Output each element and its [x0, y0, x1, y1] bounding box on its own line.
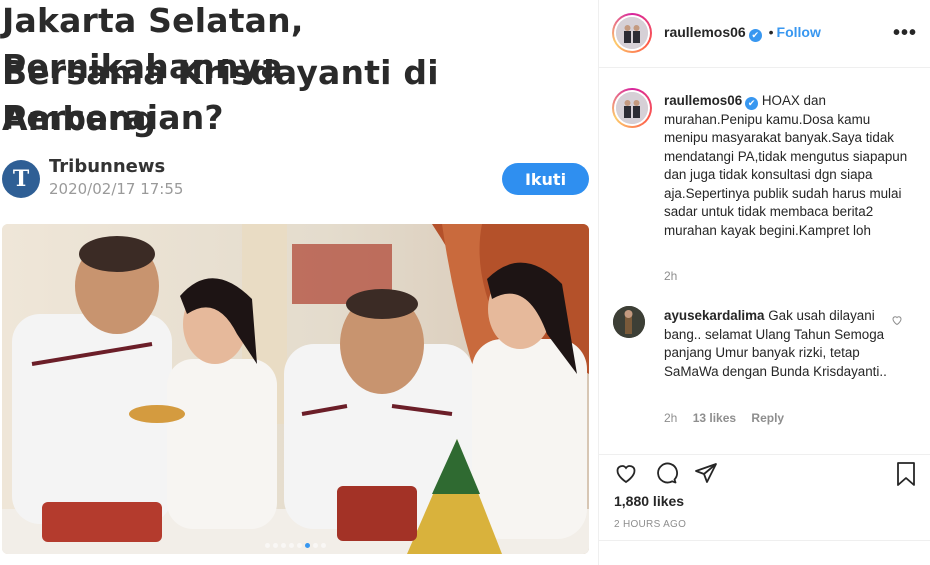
caption: raullemos06 ✔ HOAX dan murahan.Penipu kam… — [664, 92, 914, 240]
carousel-dot — [289, 543, 294, 548]
follow-button[interactable]: Follow — [777, 24, 821, 40]
more-options-icon[interactable]: ••• — [893, 22, 917, 45]
carousel-indicator — [2, 543, 589, 548]
article-source-name: Tribunnews — [49, 156, 166, 177]
post-timestamp: 2 HOURS AGO — [614, 519, 687, 530]
header-username[interactable]: raullemos06 — [664, 24, 746, 40]
comment-bubble-icon[interactable] — [653, 461, 679, 490]
share-paper-plane-icon[interactable] — [693, 461, 719, 490]
caption-username[interactable]: raullemos06 — [664, 93, 742, 108]
carousel-dot — [321, 543, 326, 548]
carousel-dot — [265, 543, 270, 548]
ikuti-button: Ikuti — [502, 163, 589, 195]
header-separator: • — [768, 24, 774, 40]
tribunnews-logo: T — [2, 160, 40, 198]
instagram-post-window: Jakarta Selatan, Pernikahannya Bersama K… — [0, 0, 930, 565]
carousel-dot — [297, 543, 302, 548]
like-heart-icon[interactable] — [613, 461, 639, 490]
carousel-dot — [281, 543, 286, 548]
carousel-dot — [313, 543, 318, 548]
action-bar — [599, 454, 930, 490]
profile-avatar[interactable] — [612, 13, 652, 53]
carousel-dot — [273, 543, 278, 548]
comment-username[interactable]: ayusekardalima — [664, 308, 765, 323]
verified-badge-icon: ✔ — [748, 29, 762, 42]
post-header: raullemos06 ✔ • Follow ••• — [599, 0, 930, 68]
save-bookmark-icon[interactable] — [895, 461, 917, 492]
comment-reply-button[interactable]: Reply — [751, 411, 784, 425]
likes-count[interactable]: 1,880 likes — [614, 493, 684, 509]
add-comment-bar — [599, 540, 930, 565]
comment-avatar[interactable] — [613, 306, 645, 338]
article-photo-illustration — [2, 224, 589, 554]
comment-likes[interactable]: 13 likes — [693, 411, 736, 425]
comment-like-heart-icon[interactable] — [891, 313, 903, 331]
caption-avatar[interactable] — [612, 88, 652, 128]
comment-time: 2h — [664, 411, 678, 425]
post-sidebar: raullemos06 ✔ • Follow ••• raullemos06 ✔ HO… — [598, 0, 930, 565]
caption-time: 2h — [664, 269, 678, 283]
comment-item: ayusekardalima Gak usah dilayani bang.. … — [664, 307, 889, 381]
post-image[interactable]: Jakarta Selatan, Pernikahannya Bersama K… — [0, 0, 598, 565]
tribunnews-logo-letter: T — [12, 166, 30, 192]
carousel-dot — [305, 543, 310, 548]
caption-text: HOAX dan murahan.Penipu kamu.Dosa kamu m… — [664, 93, 908, 238]
comment-meta: 2h 13 likes Reply — [664, 411, 784, 425]
article-headline-line-3: Perceraian? — [2, 98, 224, 137]
caption-verified-badge-icon: ✔ — [745, 97, 759, 110]
article-photo — [2, 224, 589, 554]
article-date: 2020/02/17 17:55 — [49, 180, 184, 198]
